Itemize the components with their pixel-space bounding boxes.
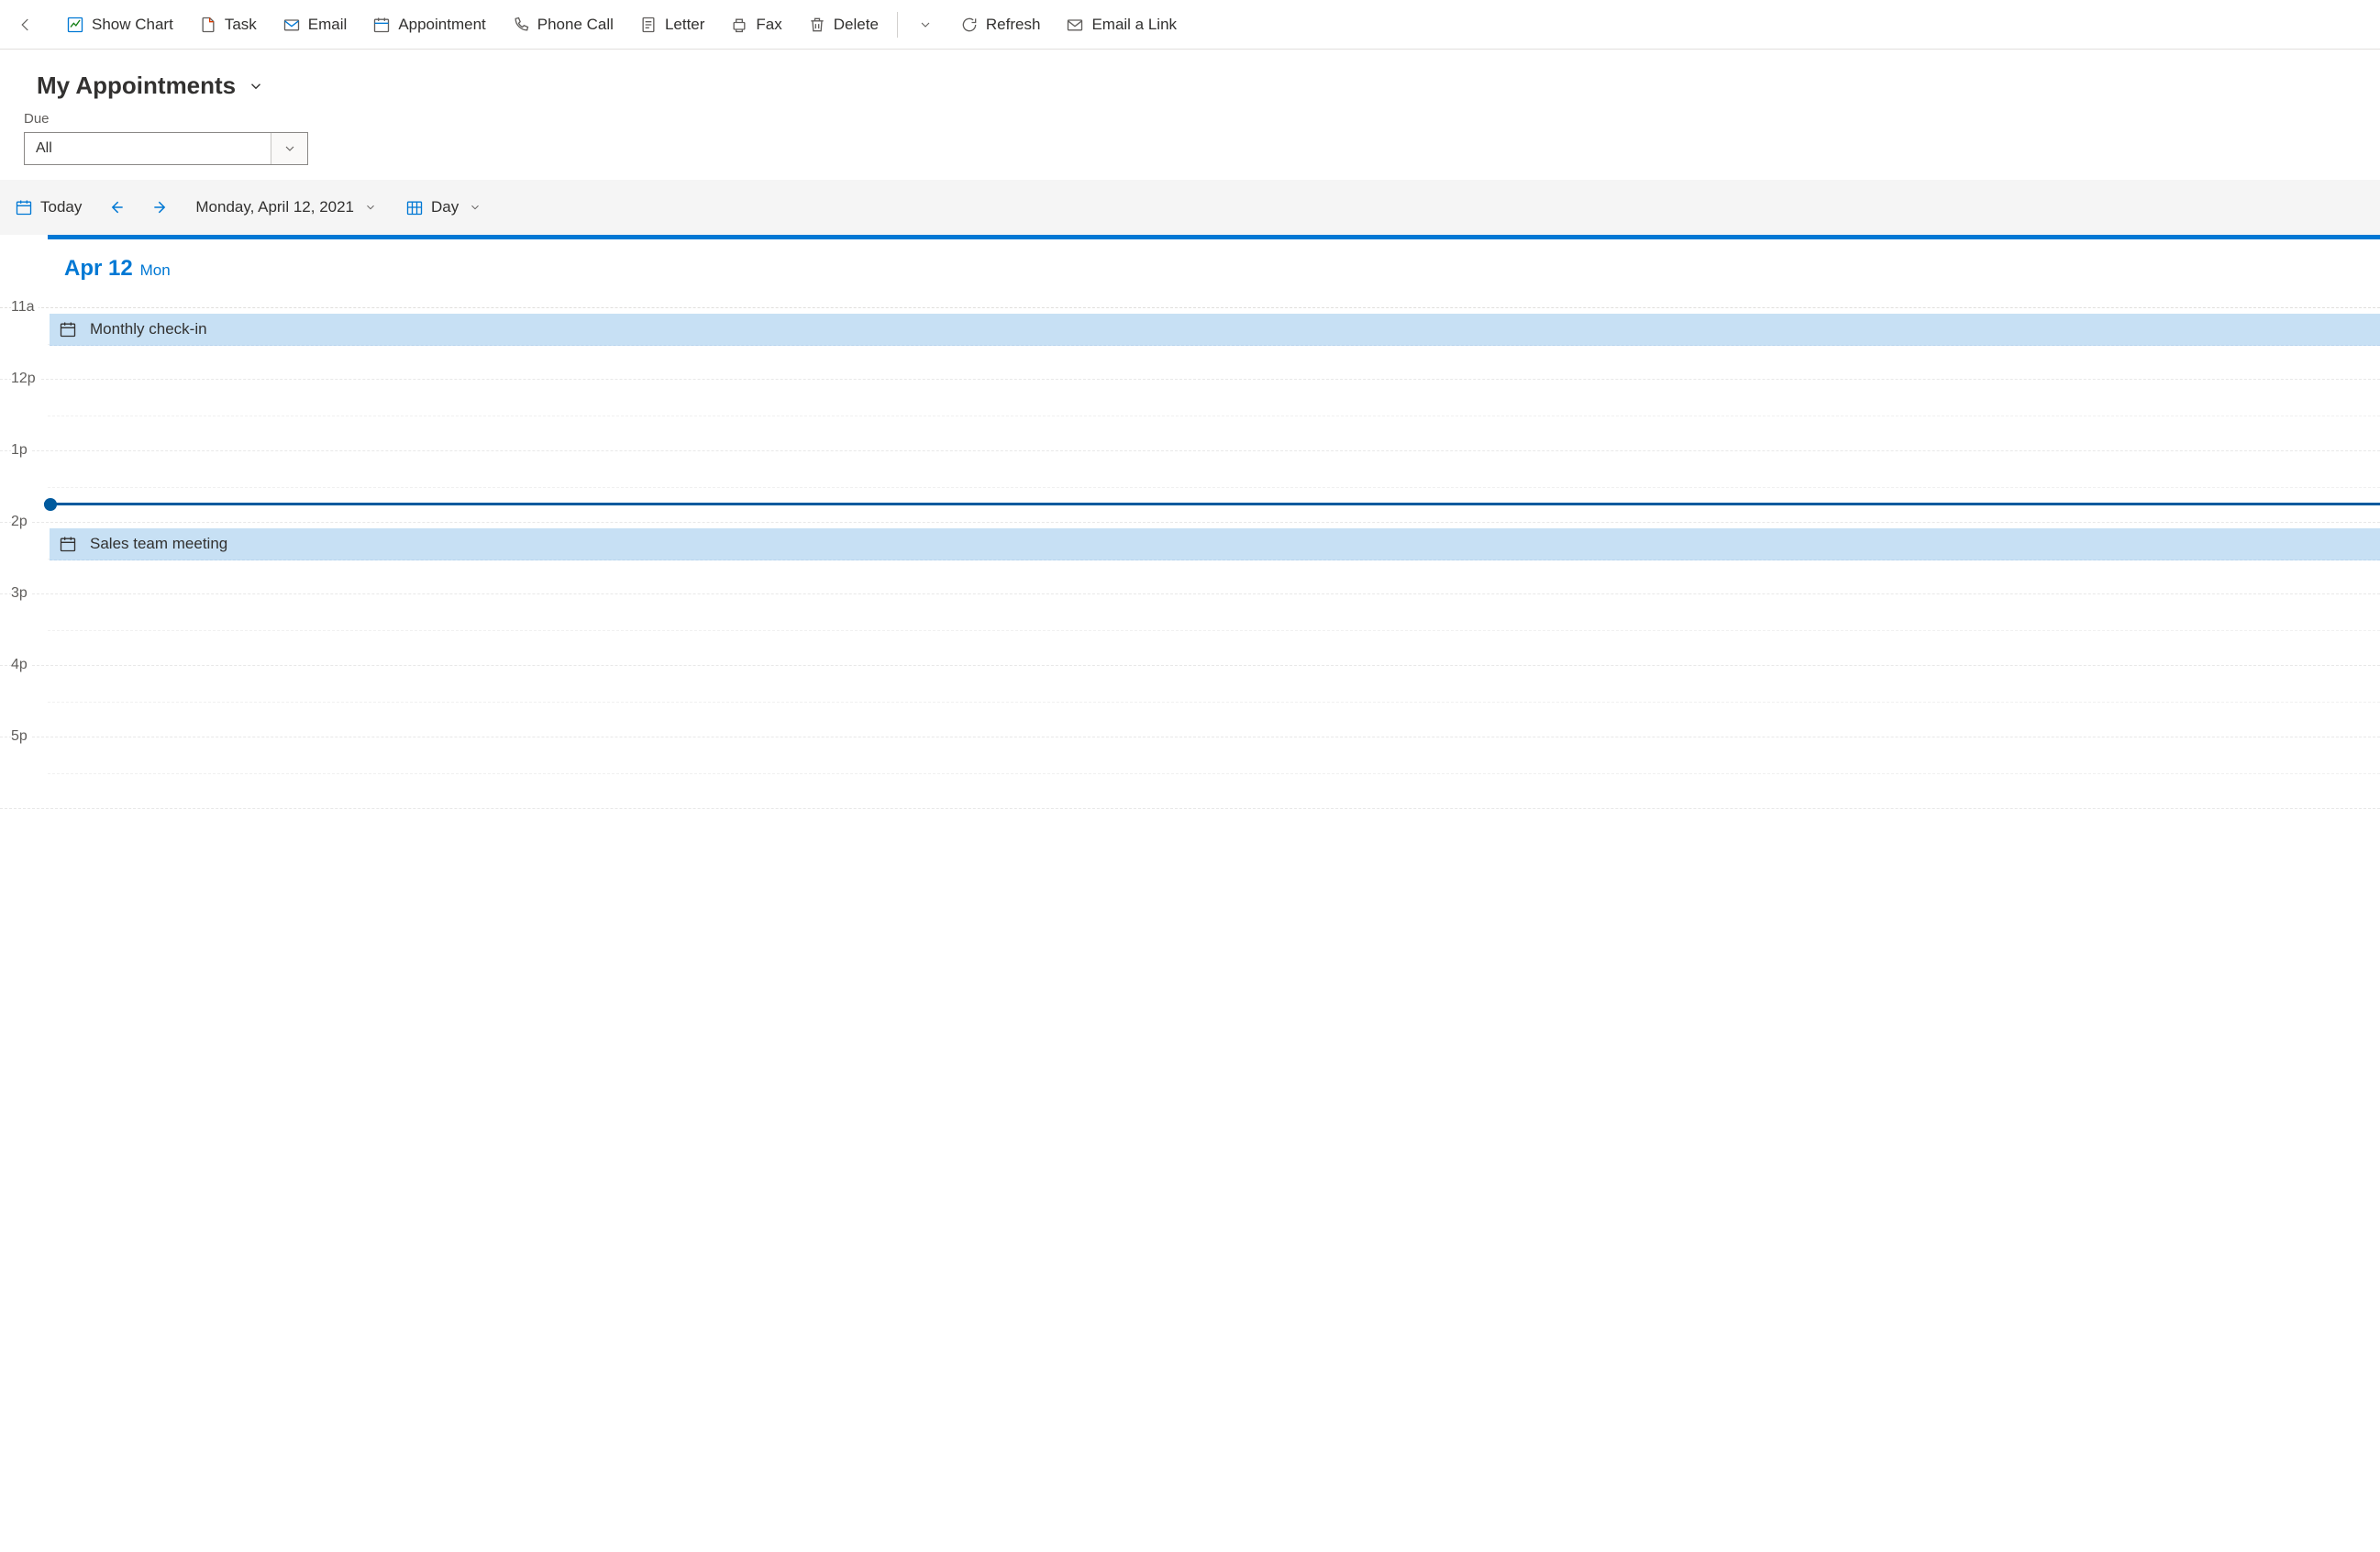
current-date-text: Monday, April 12, 2021 — [195, 198, 354, 216]
calendar-nav-bar: Today Monday, April 12, 2021 Day — [0, 180, 2380, 235]
letter-button[interactable]: Letter — [628, 10, 715, 39]
due-filter-section: Due All — [0, 111, 2380, 180]
email-icon — [282, 16, 301, 34]
chevron-down-icon — [247, 77, 265, 95]
calendar-icon — [59, 320, 77, 338]
task-icon — [199, 16, 217, 34]
email-link-button[interactable]: Email a Link — [1055, 10, 1188, 39]
task-label: Task — [225, 16, 257, 34]
command-bar: Show Chart Task Email Appointment Phone … — [0, 0, 2380, 50]
time-label: 3p — [11, 585, 31, 602]
day-header[interactable]: Apr 12 Mon — [0, 239, 2380, 308]
time-row[interactable]: 3p — [0, 594, 2380, 666]
refresh-icon — [960, 16, 979, 34]
email-link-icon — [1066, 16, 1084, 34]
appointment-button[interactable]: Appointment — [361, 10, 496, 39]
time-row[interactable]: 4p — [0, 666, 2380, 737]
due-select-value: All — [36, 140, 52, 157]
today-label: Today — [40, 198, 82, 216]
phone-call-button[interactable]: Phone Call — [501, 10, 625, 39]
letter-label: Letter — [665, 16, 704, 34]
arrow-right-icon — [151, 198, 170, 216]
time-label: 4p — [11, 657, 31, 673]
calendar-today-icon — [15, 198, 33, 216]
day-name-label: Mon — [140, 261, 171, 279]
task-button[interactable]: Task — [188, 10, 268, 39]
calendar-icon — [372, 16, 391, 34]
calendar-view-icon — [405, 198, 424, 216]
appointment-item[interactable]: Sales team meeting — [50, 528, 2380, 560]
show-chart-button[interactable]: Show Chart — [55, 10, 184, 39]
time-label: 1p — [11, 442, 31, 459]
time-label: 12p — [11, 371, 39, 387]
appointment-item[interactable]: Monthly check-in — [50, 314, 2380, 346]
fax-icon — [730, 16, 748, 34]
calendar-icon — [59, 535, 77, 553]
prev-day-button[interactable] — [102, 194, 131, 220]
time-label: 11a — [11, 299, 39, 316]
refresh-label: Refresh — [986, 16, 1041, 34]
overflow-button[interactable] — [905, 10, 946, 39]
due-label: Due — [24, 111, 2356, 127]
date-picker-button[interactable]: Monday, April 12, 2021 — [190, 194, 385, 220]
arrow-left-icon — [107, 198, 126, 216]
show-chart-label: Show Chart — [92, 16, 173, 34]
fax-button[interactable]: Fax — [719, 10, 792, 39]
chevron-down-icon — [466, 198, 484, 216]
letter-icon — [639, 16, 658, 34]
time-row[interactable]: 1p — [0, 451, 2380, 523]
view-header: My Appointments — [0, 50, 2380, 111]
appointment-title: Monthly check-in — [90, 320, 207, 338]
view-title: My Appointments — [37, 72, 236, 100]
back-button[interactable] — [7, 10, 44, 39]
view-mode-button[interactable]: Day — [400, 194, 490, 220]
time-grid[interactable]: 11a12p1p2p3p4p5pMonthly check-inSales te… — [0, 308, 2380, 809]
email-button[interactable]: Email — [271, 10, 359, 39]
toolbar-separator — [897, 12, 898, 38]
email-link-label: Email a Link — [1091, 16, 1177, 34]
view-selector-button[interactable] — [245, 75, 267, 97]
delete-label: Delete — [834, 16, 879, 34]
chevron-down-icon — [361, 198, 380, 216]
today-button[interactable]: Today — [9, 194, 87, 220]
next-day-button[interactable] — [146, 194, 175, 220]
calendar-view: Apr 12 Mon 11a12p1p2p3p4p5pMonthly check… — [0, 235, 2380, 809]
chevron-down-icon — [916, 16, 935, 34]
due-select-chevron — [271, 133, 307, 164]
due-select[interactable]: All — [24, 132, 308, 165]
chart-icon — [66, 16, 84, 34]
day-date-label: Apr 12 — [64, 256, 133, 281]
arrow-left-icon — [17, 16, 35, 34]
time-label: 5p — [11, 728, 31, 745]
appointment-title: Sales team meeting — [90, 535, 227, 553]
delete-button[interactable]: Delete — [797, 10, 890, 39]
refresh-button[interactable]: Refresh — [949, 10, 1052, 39]
trash-icon — [808, 16, 826, 34]
time-label: 2p — [11, 514, 31, 530]
appointment-label: Appointment — [398, 16, 485, 34]
view-mode-text: Day — [431, 198, 459, 216]
time-row[interactable]: 12p — [0, 380, 2380, 451]
email-label: Email — [308, 16, 348, 34]
current-time-indicator — [44, 503, 2380, 505]
fax-label: Fax — [756, 16, 781, 34]
phone-icon — [512, 16, 530, 34]
time-row[interactable]: 5p — [0, 737, 2380, 809]
phone-call-label: Phone Call — [537, 16, 614, 34]
